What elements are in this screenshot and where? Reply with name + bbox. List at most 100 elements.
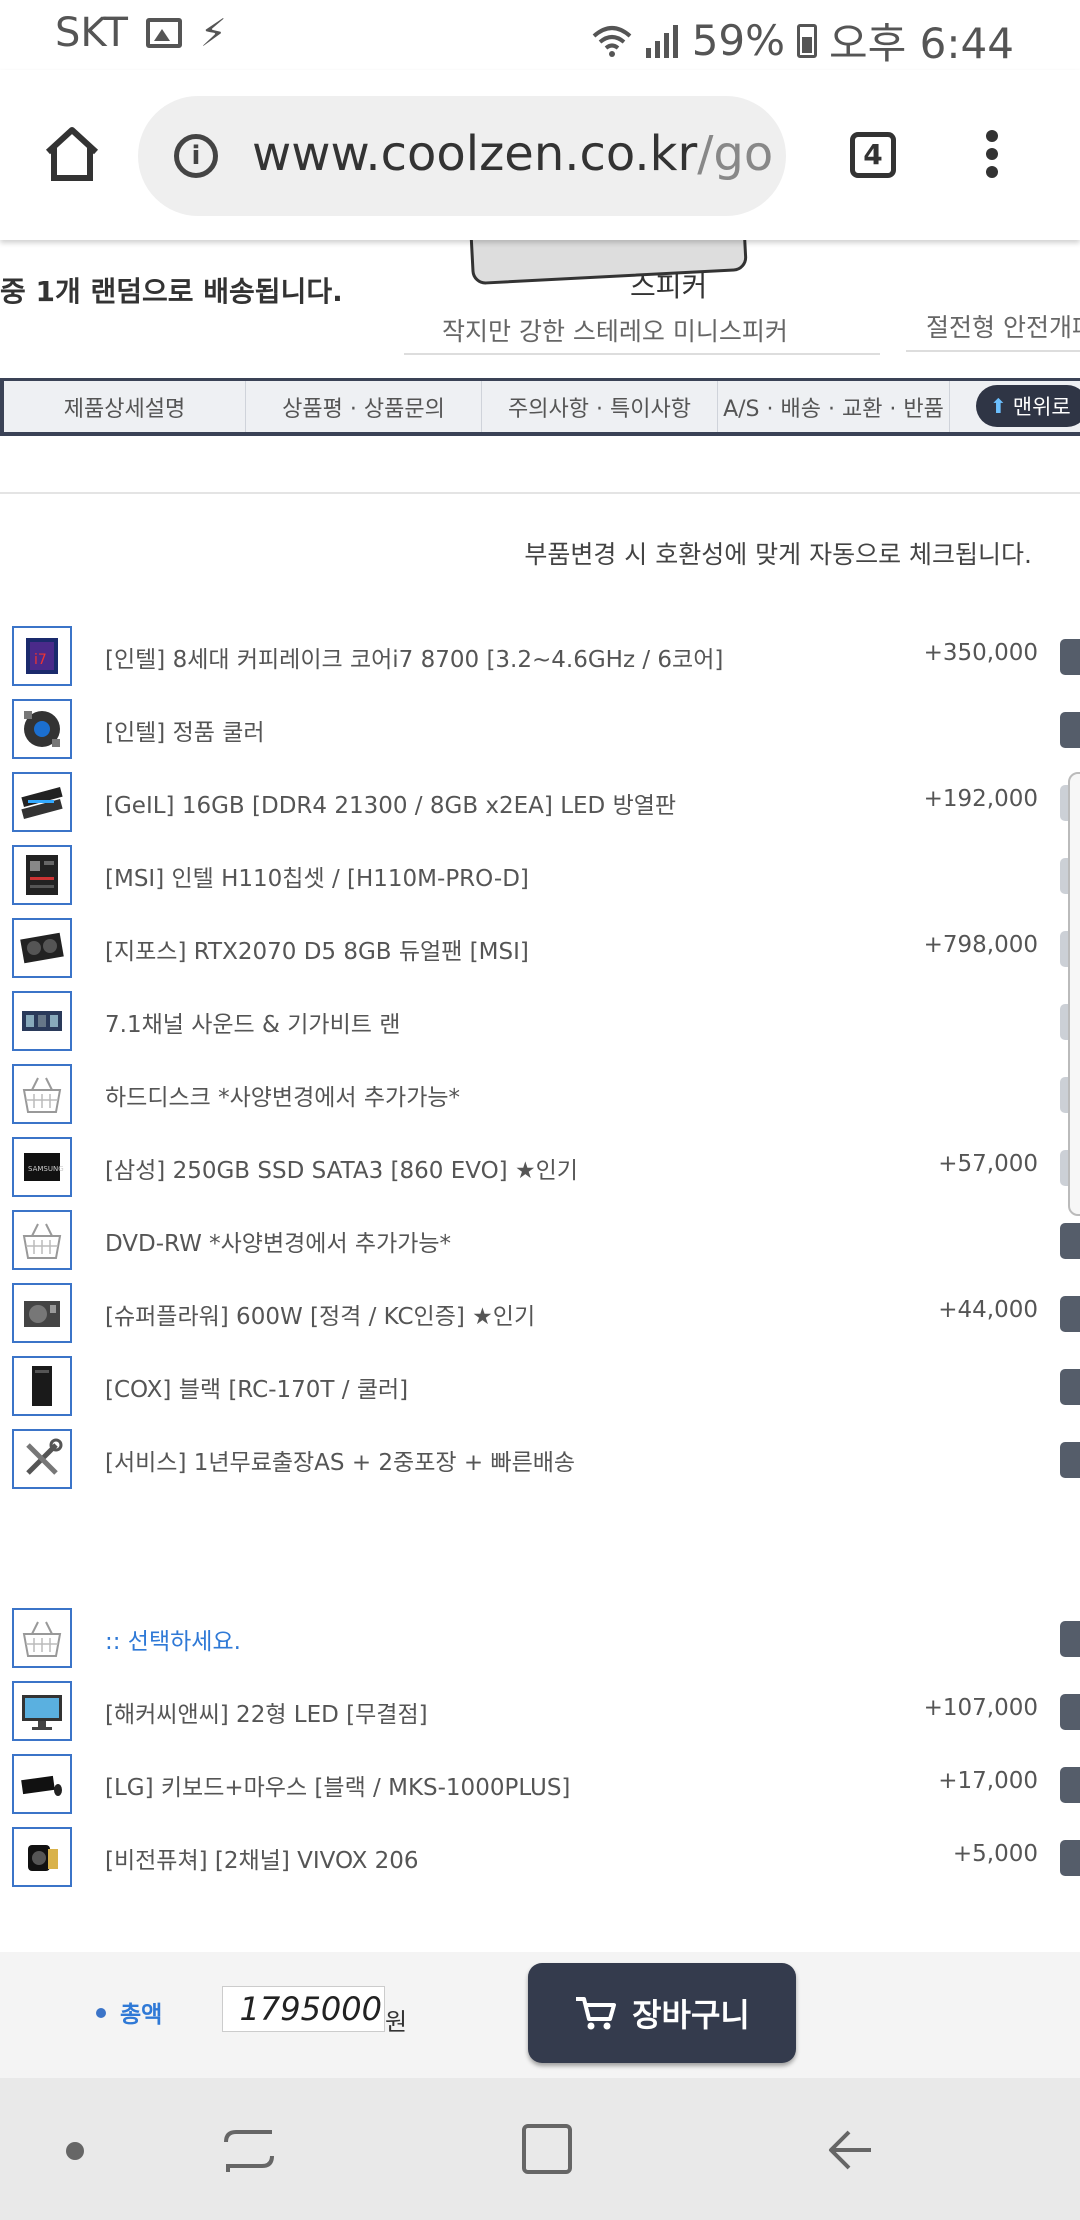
banner-product-desc: 작지만 강한 스테레오 미니스피커	[442, 317, 788, 346]
item-name[interactable]: 7.1채널 사운드 & 기가비트 랜	[105, 1005, 400, 1039]
basket-icon	[22, 1223, 62, 1259]
item-name[interactable]: 하드디스크 *사양변경에서 추가가능*	[105, 1078, 460, 1112]
list-item: 7.1채널 사운드 & 기가비트 랜	[0, 985, 1080, 1058]
ram-icon	[21, 786, 63, 820]
item-name[interactable]: DVD-RW *사양변경에서 추가가능*	[105, 1224, 451, 1258]
banner-random-text: 중 1개 랜덤으로 배송됩니다.	[0, 275, 343, 308]
address-bar[interactable]: i www.coolzen.co.kr/goo	[138, 96, 786, 216]
speaker-icon	[28, 1845, 58, 1871]
change-option-button[interactable]	[1060, 1223, 1080, 1259]
currency-unit: 원	[385, 2008, 408, 2036]
add-to-cart-button[interactable]: 장바구니	[528, 1963, 796, 2063]
product-thumbnail[interactable]	[12, 991, 72, 1051]
tab-product-detail[interactable]: 제품상세설명	[4, 381, 246, 432]
item-name[interactable]: :: 선택하세요.	[105, 1622, 241, 1656]
monitor-icon	[22, 1695, 62, 1730]
list-item: [슈퍼플라워] 600W [정격 / KC인증] ★인기 +44,000	[0, 1277, 1080, 1350]
item-price: +798,000	[923, 932, 1038, 958]
home-icon[interactable]	[40, 122, 104, 186]
scroll-panel[interactable]	[1068, 772, 1080, 1216]
product-thumbnail[interactable]	[12, 1827, 72, 1887]
total-amount-field: 1795000	[222, 1986, 385, 2032]
banner-product-name[interactable]: 스피커	[630, 265, 707, 305]
list-item: [인텔] 정품 쿨러	[0, 693, 1080, 766]
change-option-button[interactable]	[1060, 1442, 1080, 1478]
tab-switcher-button[interactable]: 4	[850, 132, 896, 178]
order-total-bar: 총액 1795000 원 장바구니	[0, 1952, 1080, 2078]
item-name[interactable]: [인텔] 정품 쿨러	[105, 713, 265, 747]
item-name[interactable]: [해커씨앤씨] 22형 LED [무결점]	[105, 1695, 428, 1729]
url-text[interactable]: www.coolzen.co.kr/goo	[252, 126, 772, 182]
item-name[interactable]: [지포스] RTX2070 D5 8GB 듀얼팬 [MSI]	[105, 932, 529, 966]
svg-text:SAMSUNG: SAMSUNG	[28, 1165, 64, 1173]
product-thumbnail[interactable]	[12, 1356, 72, 1416]
product-thumbnail[interactable]	[12, 699, 72, 759]
detail-tab-bar: 제품상세설명 상품평 · 상품문의 주의사항 · 특이사항 A/S · 배송 ·…	[0, 378, 1080, 436]
change-option-button[interactable]	[1060, 1767, 1080, 1803]
item-name[interactable]: [서비스] 1년무료출장AS + 2중포장 + 빠른배송	[105, 1443, 575, 1477]
list-item: DVD-RW *사양변경에서 추가가능*	[0, 1204, 1080, 1277]
cart-button-label: 장바구니	[632, 1996, 750, 2034]
item-name[interactable]: [GeIL] 16GB [DDR4 21300 / 8GB x2EA] LED …	[105, 786, 676, 820]
item-price: +5,000	[952, 1841, 1038, 1867]
product-thumbnail[interactable]	[12, 918, 72, 978]
change-option-button[interactable]	[1060, 1621, 1080, 1657]
divider	[404, 353, 880, 355]
cpu-icon: i7	[26, 638, 58, 674]
change-option-button[interactable]	[1060, 1369, 1080, 1405]
product-thumbnail[interactable]	[12, 772, 72, 832]
cooler-icon	[24, 711, 60, 747]
product-thumbnail[interactable]	[12, 1429, 72, 1489]
item-price: +17,000	[938, 1768, 1038, 1794]
product-thumbnail[interactable]	[12, 1754, 72, 1814]
change-option-button[interactable]	[1060, 1694, 1080, 1730]
scroll-top-button[interactable]: ⬆ 맨위로	[976, 385, 1080, 427]
case-icon	[32, 1366, 52, 1406]
keyboard-icon	[21, 1775, 62, 1796]
change-option-button[interactable]	[1060, 1840, 1080, 1876]
item-name[interactable]: [LG] 키보드+마우스 [블랙 / MKS-1000PLUS]	[105, 1768, 570, 1802]
change-option-button[interactable]	[1060, 1296, 1080, 1332]
product-thumbnail[interactable]	[12, 1283, 72, 1343]
psu-icon	[24, 1301, 60, 1327]
tab-reviews-qna[interactable]: 상품평 · 상품문의	[246, 381, 482, 432]
list-item: i7 [인텔] 8세대 커피레이크 코어i7 8700 [3.2~4.6GHz /…	[0, 620, 1080, 693]
back-icon[interactable]	[825, 2126, 875, 2174]
home-nav-icon[interactable]	[522, 2124, 572, 2174]
product-thumbnail[interactable]: i7	[12, 626, 72, 686]
list-item: 하드디스크 *사양변경에서 추가가능*	[0, 1058, 1080, 1131]
basket-icon	[22, 1077, 62, 1113]
item-name[interactable]: [삼성] 250GB SSD SATA3 [860 EVO] ★인기	[105, 1151, 578, 1185]
related-products-banner: 중 1개 랜덤으로 배송됩니다. 스피커 작지만 강한 스테레오 미니스피커 절…	[0, 240, 1080, 365]
item-price: +350,000	[923, 640, 1038, 666]
scroll-top-label: 맨위로	[1012, 395, 1071, 419]
item-name[interactable]: [비전퓨쳐] [2채널] VIVOX 206	[105, 1841, 419, 1875]
list-item: SAMSUNG [삼성] 250GB SSD SATA3 [860 EVO] ★인…	[0, 1131, 1080, 1204]
tab-as-shipping[interactable]: A/S · 배송 · 교환 · 반품	[718, 381, 950, 432]
image-notification-icon	[145, 18, 182, 48]
info-icon[interactable]: i	[174, 134, 218, 178]
change-option-button[interactable]	[1060, 712, 1080, 748]
item-name[interactable]: [슈퍼플라워] 600W [정격 / KC인증] ★인기	[105, 1297, 535, 1331]
tools-icon	[26, 1438, 63, 1475]
more-options-icon[interactable]	[984, 130, 1000, 186]
nav-dot-icon[interactable]	[66, 2142, 84, 2160]
tab-notices[interactable]: 주의사항 · 특이사항	[482, 381, 718, 432]
product-thumbnail[interactable]	[12, 1210, 72, 1270]
product-thumbnail[interactable]	[12, 1064, 72, 1124]
battery-icon	[797, 23, 818, 58]
item-name[interactable]: [MSI] 인텔 H110칩셋 / [H110M-PRO-D]	[105, 859, 529, 893]
product-thumbnail[interactable]	[12, 845, 72, 905]
product-thumbnail[interactable]: SAMSUNG	[12, 1137, 72, 1197]
product-thumbnail[interactable]	[12, 1681, 72, 1741]
product-thumbnail[interactable]	[12, 1608, 72, 1668]
divider	[906, 350, 1080, 352]
item-name[interactable]: [COX] 블랙 [RC-170T / 쿨러]	[105, 1370, 408, 1404]
svg-text:i7: i7	[34, 652, 47, 668]
item-price: +192,000	[923, 786, 1038, 812]
wifi-icon	[592, 25, 632, 57]
item-name[interactable]: [인텔] 8세대 커피레이크 코어i7 8700 [3.2~4.6GHz / 6…	[105, 640, 723, 674]
recents-icon[interactable]	[220, 2122, 280, 2176]
change-option-button[interactable]	[1060, 639, 1080, 675]
cart-icon	[576, 1997, 617, 2030]
